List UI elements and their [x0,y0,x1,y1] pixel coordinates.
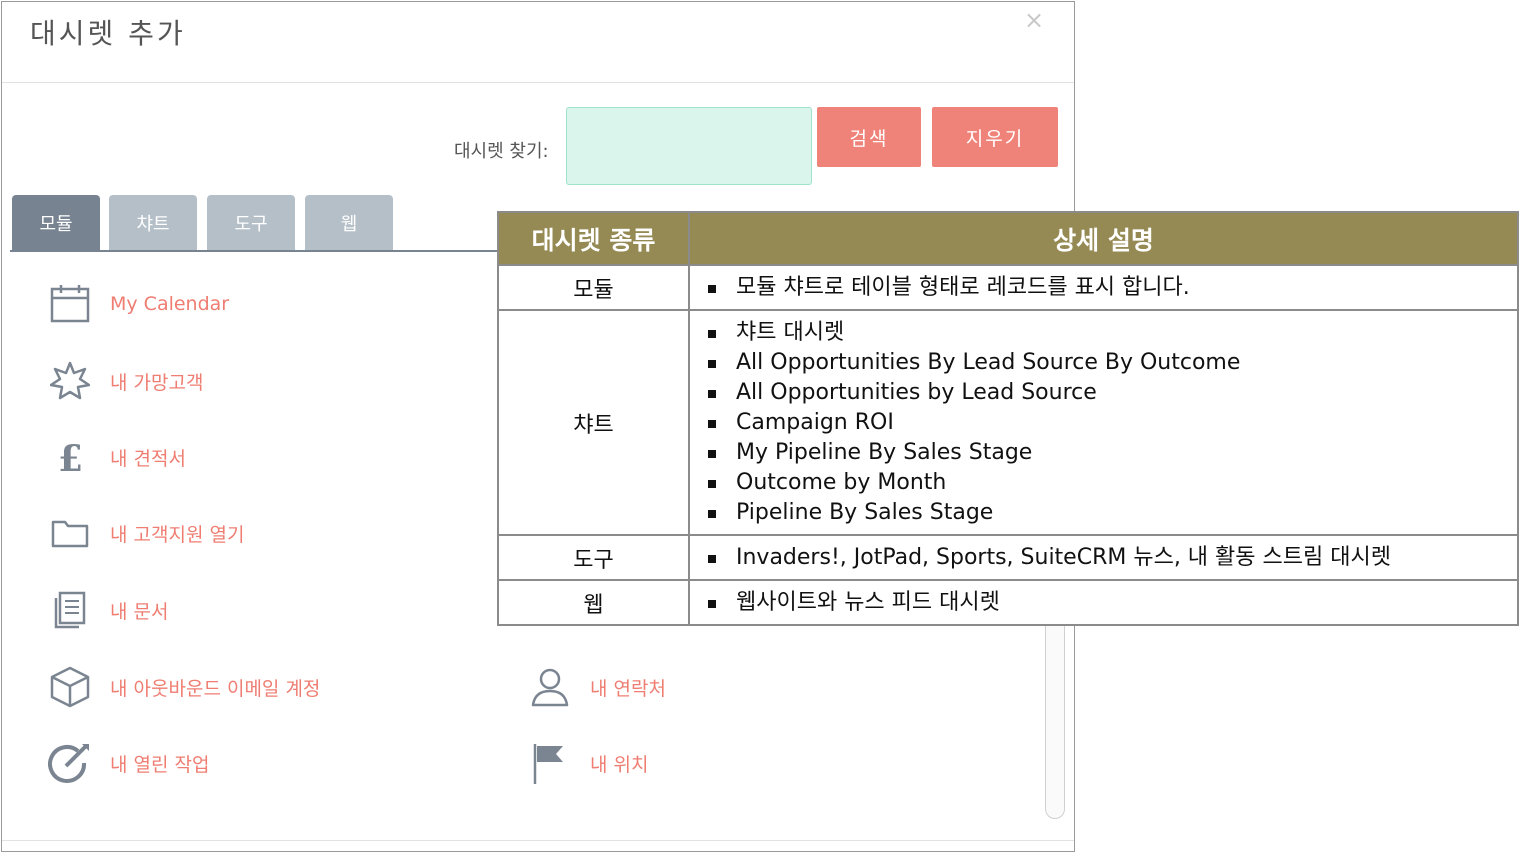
table-row: 모듈 모듈 챠트로 테이블 형태로 레코드를 표시 합니다. [497,264,1519,311]
type-cell: 도구 [497,534,690,581]
dashlet-my-outbound-email[interactable]: 내 아웃바운드 이메일 계정 [48,665,320,709]
list-item: Outcome by Month [708,468,1517,498]
dashlet-label: 내 아웃바운드 이메일 계정 [110,677,321,700]
description-cell: 챠트 대시렛 All Opportunities By Lead Source … [688,309,1519,536]
dashlet-label: 내 견적서 [110,447,186,470]
dashlet-label: 내 열린 작업 [110,753,210,776]
dashlet-label: 내 연락처 [590,677,666,700]
header-description: 상세 설명 [688,211,1519,266]
person-icon [528,665,572,709]
svg-text:£: £ [58,438,83,477]
folder-icon [48,511,92,555]
type-cell: 모듈 [497,264,690,311]
scrollbar[interactable] [1045,617,1065,819]
list-item: 웹사이트와 뉴스 피드 대시렛 [708,588,1517,618]
dashlet-type-table: 대시렛 종류 상세 설명 모듈 모듈 챠트로 테이블 형태로 레코드를 표시 합… [497,211,1519,626]
pound-icon: £ [48,435,92,479]
description-cell: 웹사이트와 뉴스 피드 대시렛 [688,579,1519,626]
search-button[interactable]: 검색 [817,107,921,167]
list-item: All Opportunities by Lead Source [708,378,1517,408]
flag-icon [528,741,572,785]
type-cell: 웹 [497,579,690,626]
dashlet-my-locations[interactable]: 내 위치 [528,741,648,785]
footer-divider [2,840,1074,841]
header-dashlet-type: 대시렛 종류 [497,211,690,266]
calendar-icon [48,282,92,326]
list-item: Campaign ROI [708,408,1517,438]
table-row: 챠트 챠트 대시렛 All Opportunities By Lead Sour… [497,309,1519,536]
star-burst-icon [48,359,92,403]
list-item: Invaders!, JotPad, Sports, SuiteCRM 뉴스, … [708,543,1517,573]
dashlet-label: My Calendar [110,293,230,315]
tab-tools[interactable]: 도구 [207,195,295,251]
cube-icon [48,665,92,709]
dashlet-my-contacts[interactable]: 내 연락처 [528,665,666,709]
tab-module[interactable]: 모듈 [12,195,100,251]
tab-chart[interactable]: 챠트 [109,195,197,251]
search-label: 대시렛 찾기: [454,141,549,162]
clear-button[interactable]: 지우기 [932,107,1058,167]
document-icon [48,588,92,632]
dashlet-label: 내 가망고객 [110,371,204,394]
list-item: All Opportunities By Lead Source By Outc… [708,348,1517,378]
tab-web[interactable]: 웹 [305,195,393,251]
description-cell: Invaders!, JotPad, Sports, SuiteCRM 뉴스, … [688,534,1519,581]
table-row: 웹 웹사이트와 뉴스 피드 대시렛 [497,579,1519,626]
list-item: My Pipeline By Sales Stage [708,438,1517,468]
description-cell: 모듈 챠트로 테이블 형태로 레코드를 표시 합니다. [688,264,1519,311]
task-icon [48,741,92,785]
dialog-title: 대시렛 추가 [30,17,186,50]
type-cell: 챠트 [497,309,690,536]
dashlet-my-leads[interactable]: 내 가망고객 [48,359,203,403]
search-input[interactable] [566,107,812,185]
table-row: 도구 Invaders!, JotPad, Sports, SuiteCRM 뉴… [497,534,1519,581]
list-item: 챠트 대시렛 [708,318,1517,348]
dashlet-my-calendar[interactable]: My Calendar [48,282,229,326]
dashlet-label: 내 문서 [110,600,169,623]
dashlet-label: 내 위치 [590,753,649,776]
dashlet-label: 내 고객지원 열기 [110,523,245,546]
header-divider [2,82,1074,83]
dashlet-my-open-tasks[interactable]: 내 열린 작업 [48,741,209,785]
dashlet-my-quotes[interactable]: £ 내 견적서 [48,435,186,479]
list-item: Pipeline By Sales Stage [708,498,1517,528]
list-item: 모듈 챠트로 테이블 형태로 레코드를 표시 합니다. [708,273,1517,303]
dashlet-my-documents[interactable]: 내 문서 [48,588,168,632]
close-icon[interactable]: × [1024,6,1044,34]
dashlet-my-open-cases[interactable]: 내 고객지원 열기 [48,511,244,555]
